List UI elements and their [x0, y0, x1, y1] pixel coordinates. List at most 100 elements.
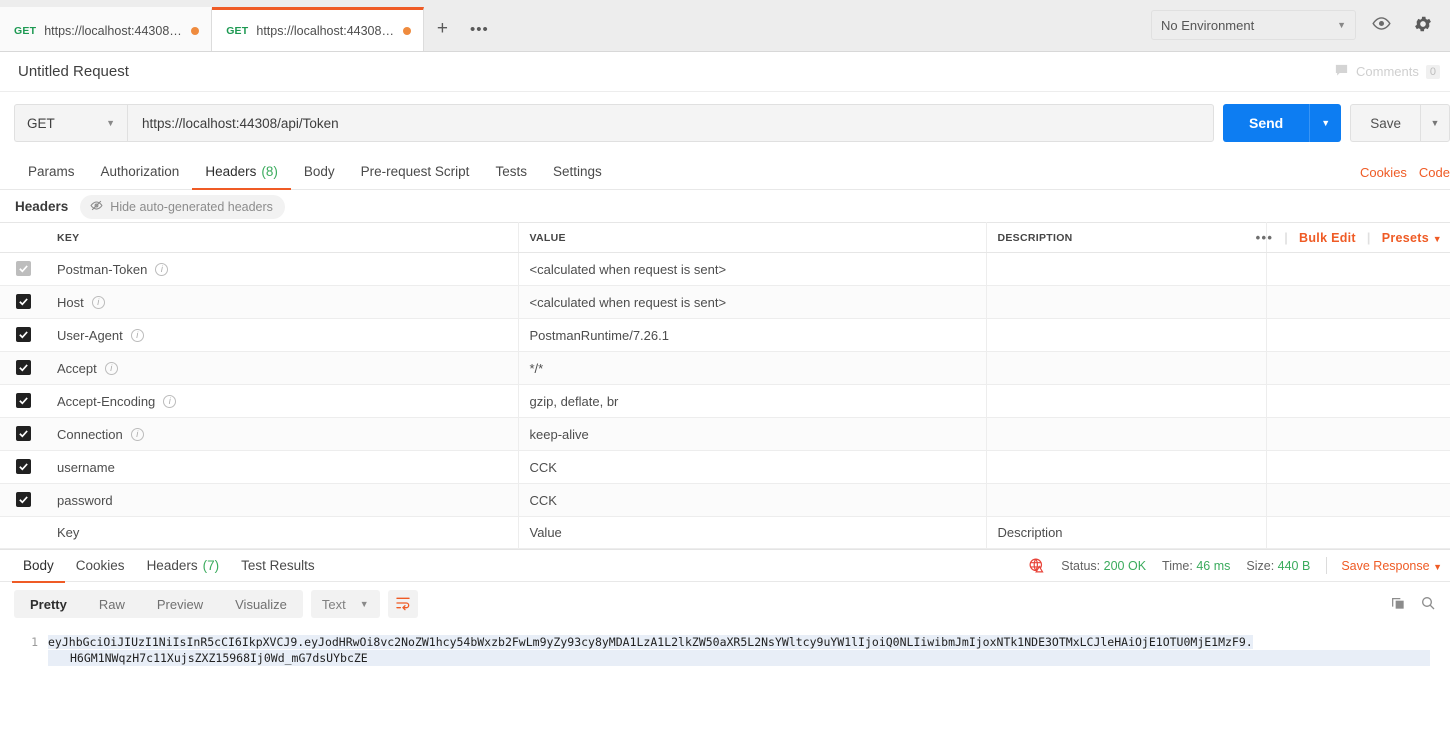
word-wrap-button[interactable] [387, 590, 418, 618]
view-visualize[interactable]: Visualize [219, 590, 303, 618]
tab-authorization[interactable]: Authorization [88, 155, 193, 190]
ssl-warning-icon[interactable] [1028, 557, 1045, 574]
headers-section-label: Headers [15, 199, 69, 214]
table-row: Accept i */* [0, 351, 1450, 385]
new-header-value-input[interactable]: Value [518, 516, 987, 549]
new-tab-button[interactable]: + [424, 7, 460, 51]
headers-table-body: Postman-Token i <calculated when request … [0, 252, 1450, 549]
request-tab-1[interactable]: GET https://localhost:44308/api/Tok... [212, 7, 425, 51]
header-description-cell[interactable] [986, 384, 1267, 418]
tab-strip: GET https://localhost:44308/weathe... GE… [0, 0, 1450, 52]
tab-params[interactable]: Params [15, 155, 88, 190]
environment-selector[interactable]: No Environment ▼ [1151, 10, 1356, 40]
header-key-cell[interactable]: Postman-Token i [46, 252, 519, 286]
header-key-text: password [57, 492, 113, 508]
header-key-cell[interactable]: Connection i [46, 417, 519, 451]
new-header-key-input[interactable]: Key [46, 516, 519, 549]
header-description-cell[interactable] [986, 252, 1267, 286]
tab-pre-request-script[interactable]: Pre-request Script [348, 155, 483, 190]
url-input[interactable]: https://localhost:44308/api/Token [127, 104, 1214, 142]
tab-headers[interactable]: Headers (8) [192, 155, 291, 190]
chevron-down-icon: ▼ [1432, 233, 1442, 244]
header-key-cell[interactable]: password [46, 483, 519, 517]
header-key-cell[interactable]: Accept i [46, 351, 519, 385]
response-tab-headers[interactable]: Headers (7) [136, 549, 231, 583]
environment-quick-look-button[interactable] [1364, 9, 1398, 41]
save-button[interactable]: Save [1350, 104, 1420, 142]
chevron-down-icon: ▼ [1433, 561, 1442, 572]
header-key-cell[interactable]: User-Agent i [46, 318, 519, 352]
response-tab-body[interactable]: Body [12, 549, 65, 583]
save-response-button[interactable]: Save Response ▼ [1341, 559, 1442, 573]
row-checkbox[interactable] [15, 261, 31, 276]
tab-settings[interactable]: Settings [540, 155, 615, 190]
row-checkbox[interactable] [15, 360, 31, 375]
header-value-cell[interactable]: PostmanRuntime/7.26.1 [518, 318, 987, 352]
select-all-header [0, 222, 46, 253]
header-value-cell[interactable]: <calculated when request is sent> [518, 252, 987, 286]
content-type-selector[interactable]: Text ▼ [310, 590, 380, 618]
header-key-cell[interactable]: Accept-Encoding i [46, 384, 519, 418]
table-row: username CCK [0, 450, 1450, 484]
header-value-cell[interactable]: */* [518, 351, 987, 385]
hide-auto-generated-headers-button[interactable]: Hide auto-generated headers [80, 194, 285, 219]
row-checkbox-cell [0, 285, 46, 319]
header-value-cell[interactable]: CCK [518, 483, 987, 517]
header-key-cell[interactable]: username [46, 450, 519, 484]
view-pretty[interactable]: Pretty [14, 590, 83, 618]
bulk-edit-button[interactable]: Bulk Edit [1299, 231, 1356, 245]
header-value-cell[interactable]: CCK [518, 450, 987, 484]
row-checkbox[interactable] [15, 492, 31, 507]
row-checkbox[interactable] [15, 459, 31, 474]
header-description-cell[interactable] [986, 285, 1267, 319]
header-description-cell[interactable] [986, 318, 1267, 352]
header-description-cell[interactable] [986, 450, 1267, 484]
row-checkbox[interactable] [15, 327, 31, 342]
request-tab-method: GET [226, 24, 249, 37]
row-checkbox[interactable] [15, 393, 31, 408]
row-checkbox[interactable] [15, 426, 31, 441]
table-row: Postman-Token i <calculated when request … [0, 252, 1450, 286]
send-options-button[interactable]: ▼ [1309, 104, 1342, 142]
tab-label: Cookies [75, 557, 125, 573]
response-tab-test-results[interactable]: Test Results [230, 549, 326, 583]
tab-body[interactable]: Body [291, 155, 348, 190]
presets-button[interactable]: Presets ▼ [1382, 231, 1442, 245]
header-description-cell[interactable] [986, 417, 1267, 451]
code-link[interactable]: Code [1419, 165, 1450, 180]
cookies-link[interactable]: Cookies [1360, 165, 1407, 180]
new-header-description-input[interactable]: Description [986, 516, 1267, 549]
response-tab-cookies[interactable]: Cookies [65, 549, 136, 583]
header-row-actions [1266, 483, 1450, 517]
row-checkbox[interactable] [15, 294, 31, 309]
send-button[interactable]: Send [1222, 104, 1310, 142]
copy-button[interactable] [1390, 595, 1406, 614]
settings-button[interactable] [1406, 9, 1440, 41]
header-value-cell[interactable]: <calculated when request is sent> [518, 285, 987, 319]
more-options-button[interactable]: ••• [1256, 230, 1274, 245]
view-preview[interactable]: Preview [141, 590, 219, 618]
header-value-cell[interactable]: keep-alive [518, 417, 987, 451]
request-tab-url: https://localhost:44308/weathe... [44, 23, 184, 38]
tab-tests[interactable]: Tests [482, 155, 540, 190]
request-tab-method: GET [14, 24, 37, 37]
header-key-cell[interactable]: Host i [46, 285, 519, 319]
search-button[interactable] [1420, 595, 1436, 614]
header-key-text: username [57, 459, 115, 475]
save-options-button[interactable]: ▼ [1420, 104, 1450, 142]
response-body-content[interactable]: eyJhbGciOiJIUzI1NiIsInR5cCI6IkpXVCJ9.eyJ… [48, 634, 1450, 666]
header-value-cell[interactable]: gzip, deflate, br [518, 384, 987, 418]
tab-count: (8) [261, 164, 278, 179]
line-number-gutter: 1 [0, 634, 48, 666]
size-label: Size: [1246, 558, 1275, 573]
info-icon: i [163, 394, 177, 408]
http-method-selector[interactable]: GET ▼ [14, 104, 127, 142]
tab-options-button[interactable]: ••• [460, 7, 498, 51]
content-type-label: Text [321, 596, 346, 612]
header-description-cell[interactable] [986, 351, 1267, 385]
request-tab-0[interactable]: GET https://localhost:44308/weathe... [0, 7, 213, 51]
http-method-label: GET [27, 115, 55, 131]
view-raw[interactable]: Raw [83, 590, 141, 618]
comments-button[interactable]: Comments 0 [1334, 63, 1440, 81]
header-description-cell[interactable] [986, 483, 1267, 517]
